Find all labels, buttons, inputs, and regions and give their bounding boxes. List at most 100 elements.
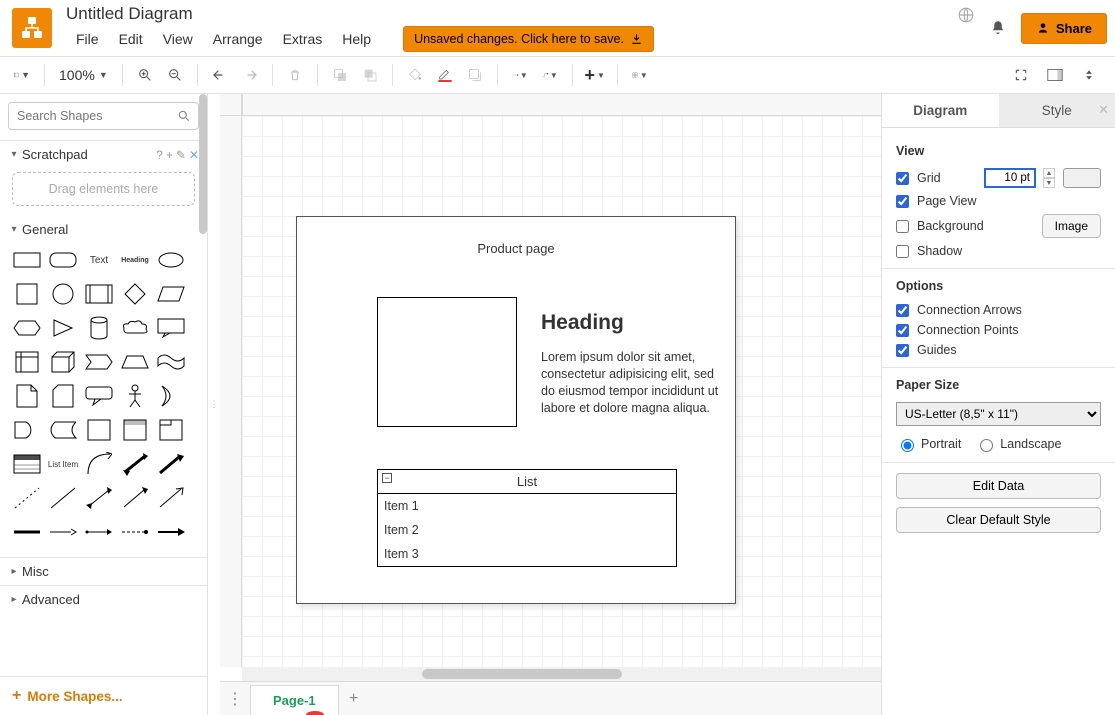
shape-internal-storage[interactable] xyxy=(10,347,44,377)
collapse-icon[interactable]: − xyxy=(382,473,392,483)
advanced-header[interactable]: ▸ Advanced xyxy=(0,588,207,611)
add-page-button[interactable]: + xyxy=(339,682,369,715)
papersize-select[interactable]: US-Letter (8,5" x 11") xyxy=(896,402,1101,426)
help-icon[interactable]: ? xyxy=(156,148,163,162)
search-icon[interactable] xyxy=(177,109,191,123)
language-icon[interactable] xyxy=(957,6,975,24)
shape-line[interactable] xyxy=(46,483,80,513)
fill-color-button[interactable] xyxy=(401,61,429,89)
scratchpad-dropzone[interactable]: Drag elements here xyxy=(12,172,195,206)
list-header[interactable]: − List xyxy=(378,470,676,494)
edit-data-button[interactable]: Edit Data xyxy=(896,473,1101,499)
fullscreen-button[interactable] xyxy=(1007,61,1035,89)
shape-diamond[interactable] xyxy=(118,279,152,309)
shape-rounded-rect[interactable] xyxy=(46,245,80,275)
shape-trapezoid[interactable] xyxy=(118,347,152,377)
shape-cube[interactable] xyxy=(46,347,80,377)
shape-tape[interactable] xyxy=(154,347,188,377)
grid-size-stepper[interactable]: ▲▼ xyxy=(1043,168,1055,188)
unsaved-changes-button[interactable]: Unsaved changes. Click here to save. xyxy=(403,26,654,52)
shape-card[interactable] xyxy=(46,381,80,411)
shape-harrow3[interactable] xyxy=(118,517,152,547)
page-title-text[interactable]: Product page xyxy=(297,241,735,256)
canvas-hscroll-thumb[interactable] xyxy=(422,669,622,679)
list-item[interactable]: Item 1 xyxy=(378,494,676,518)
shape-step[interactable] xyxy=(82,347,116,377)
waypoints-button[interactable]: ▼ xyxy=(536,61,564,89)
format-panel-toggle[interactable] xyxy=(1041,61,1069,89)
shape-ellipse[interactable] xyxy=(154,245,188,275)
background-checkbox[interactable] xyxy=(896,220,909,233)
sidebar-scrollbar[interactable] xyxy=(199,94,207,676)
shape-process[interactable] xyxy=(82,279,116,309)
undo-button[interactable] xyxy=(206,61,234,89)
shape-cylinder[interactable] xyxy=(82,313,116,343)
menu-view[interactable]: View xyxy=(153,27,203,51)
list-item[interactable]: Item 2 xyxy=(378,518,676,542)
general-header[interactable]: ▾ General xyxy=(0,218,207,241)
shape-arrow-line[interactable] xyxy=(118,483,152,513)
shape-text[interactable]: Text xyxy=(82,245,116,275)
sidebar-scrollbar-thumb[interactable] xyxy=(199,94,207,234)
shape-or[interactable] xyxy=(154,381,188,411)
shape-harrow1[interactable] xyxy=(46,517,80,547)
shape-container[interactable] xyxy=(82,415,116,445)
shape-bidir-arrow-thick[interactable] xyxy=(118,449,152,479)
ruler-horizontal[interactable] xyxy=(242,94,881,116)
diagram-page-shape[interactable]: Product page Heading Lorem ipsum dolor s… xyxy=(296,216,736,604)
menu-edit[interactable]: Edit xyxy=(109,27,153,51)
shape-callout[interactable] xyxy=(154,313,188,343)
shape-open-arrow[interactable] xyxy=(154,483,188,513)
pageview-checkbox[interactable] xyxy=(896,195,909,208)
shape-arrow-thick[interactable] xyxy=(154,449,188,479)
redo-button[interactable] xyxy=(236,61,264,89)
grid-color-swatch[interactable] xyxy=(1063,168,1101,188)
line-color-button[interactable] xyxy=(431,61,459,89)
heading-text[interactable]: Heading xyxy=(541,311,624,335)
zoom-out-button[interactable] xyxy=(161,61,189,89)
to-front-button[interactable] xyxy=(326,61,354,89)
shadow-button[interactable] xyxy=(461,61,489,89)
close-format-panel-icon[interactable]: ✕ xyxy=(1098,102,1109,118)
drawing-canvas[interactable]: Product page Heading Lorem ipsum dolor s… xyxy=(242,116,881,667)
shape-list-widget[interactable] xyxy=(10,449,44,479)
shape-harrow2[interactable] xyxy=(82,517,116,547)
shape-datastore[interactable] xyxy=(46,415,80,445)
background-image-button[interactable]: Image xyxy=(1042,214,1101,238)
document-title[interactable]: Untitled Diagram xyxy=(66,4,654,26)
collapse-button[interactable] xyxy=(1075,61,1103,89)
shape-hexagon[interactable] xyxy=(10,313,44,343)
sidebar-toggle-button[interactable]: ▼ xyxy=(8,61,36,89)
portrait-radio[interactable] xyxy=(901,439,914,452)
shape-curve[interactable] xyxy=(82,449,116,479)
canvas-horizontal-scrollbar[interactable] xyxy=(242,667,881,681)
pages-menu-button[interactable]: ⋮ xyxy=(220,682,250,715)
shape-note[interactable] xyxy=(10,381,44,411)
to-back-button[interactable] xyxy=(356,61,384,89)
shape-dashed-line[interactable] xyxy=(10,483,44,513)
grid-size-input[interactable] xyxy=(985,169,1035,187)
menu-extras[interactable]: Extras xyxy=(273,27,333,51)
shape-thick-hline[interactable] xyxy=(10,517,44,547)
shape-rectangle[interactable] xyxy=(10,245,44,275)
tab-diagram[interactable]: Diagram xyxy=(882,94,999,127)
list-item[interactable]: Item 3 xyxy=(378,542,676,566)
shape-harrow4[interactable] xyxy=(154,517,188,547)
shape-frame[interactable] xyxy=(154,415,188,445)
landscape-radio[interactable] xyxy=(980,439,993,452)
shape-listitem[interactable]: List Item xyxy=(46,449,80,479)
page-tab-1[interactable]: Page-1 xyxy=(250,685,339,715)
menu-arrange[interactable]: Arrange xyxy=(203,27,273,51)
connection-button[interactable]: ▼ xyxy=(506,61,534,89)
menu-file[interactable]: File xyxy=(66,27,109,51)
clear-default-style-button[interactable]: Clear Default Style xyxy=(896,507,1101,533)
ruler-vertical[interactable] xyxy=(220,116,242,667)
scratchpad-header[interactable]: ▾ Scratchpad ? + ✎ ✕ xyxy=(0,143,207,166)
shape-cloud[interactable] xyxy=(118,313,152,343)
app-logo[interactable] xyxy=(12,8,52,48)
connection-points-checkbox[interactable] xyxy=(896,324,909,337)
more-shapes-button[interactable]: + More Shapes... xyxy=(0,676,207,715)
shape-and[interactable] xyxy=(10,415,44,445)
insert-button[interactable]: + ▼ xyxy=(581,61,609,89)
lorem-text[interactable]: Lorem ipsum dolor sit amet, consectetur … xyxy=(541,349,721,417)
